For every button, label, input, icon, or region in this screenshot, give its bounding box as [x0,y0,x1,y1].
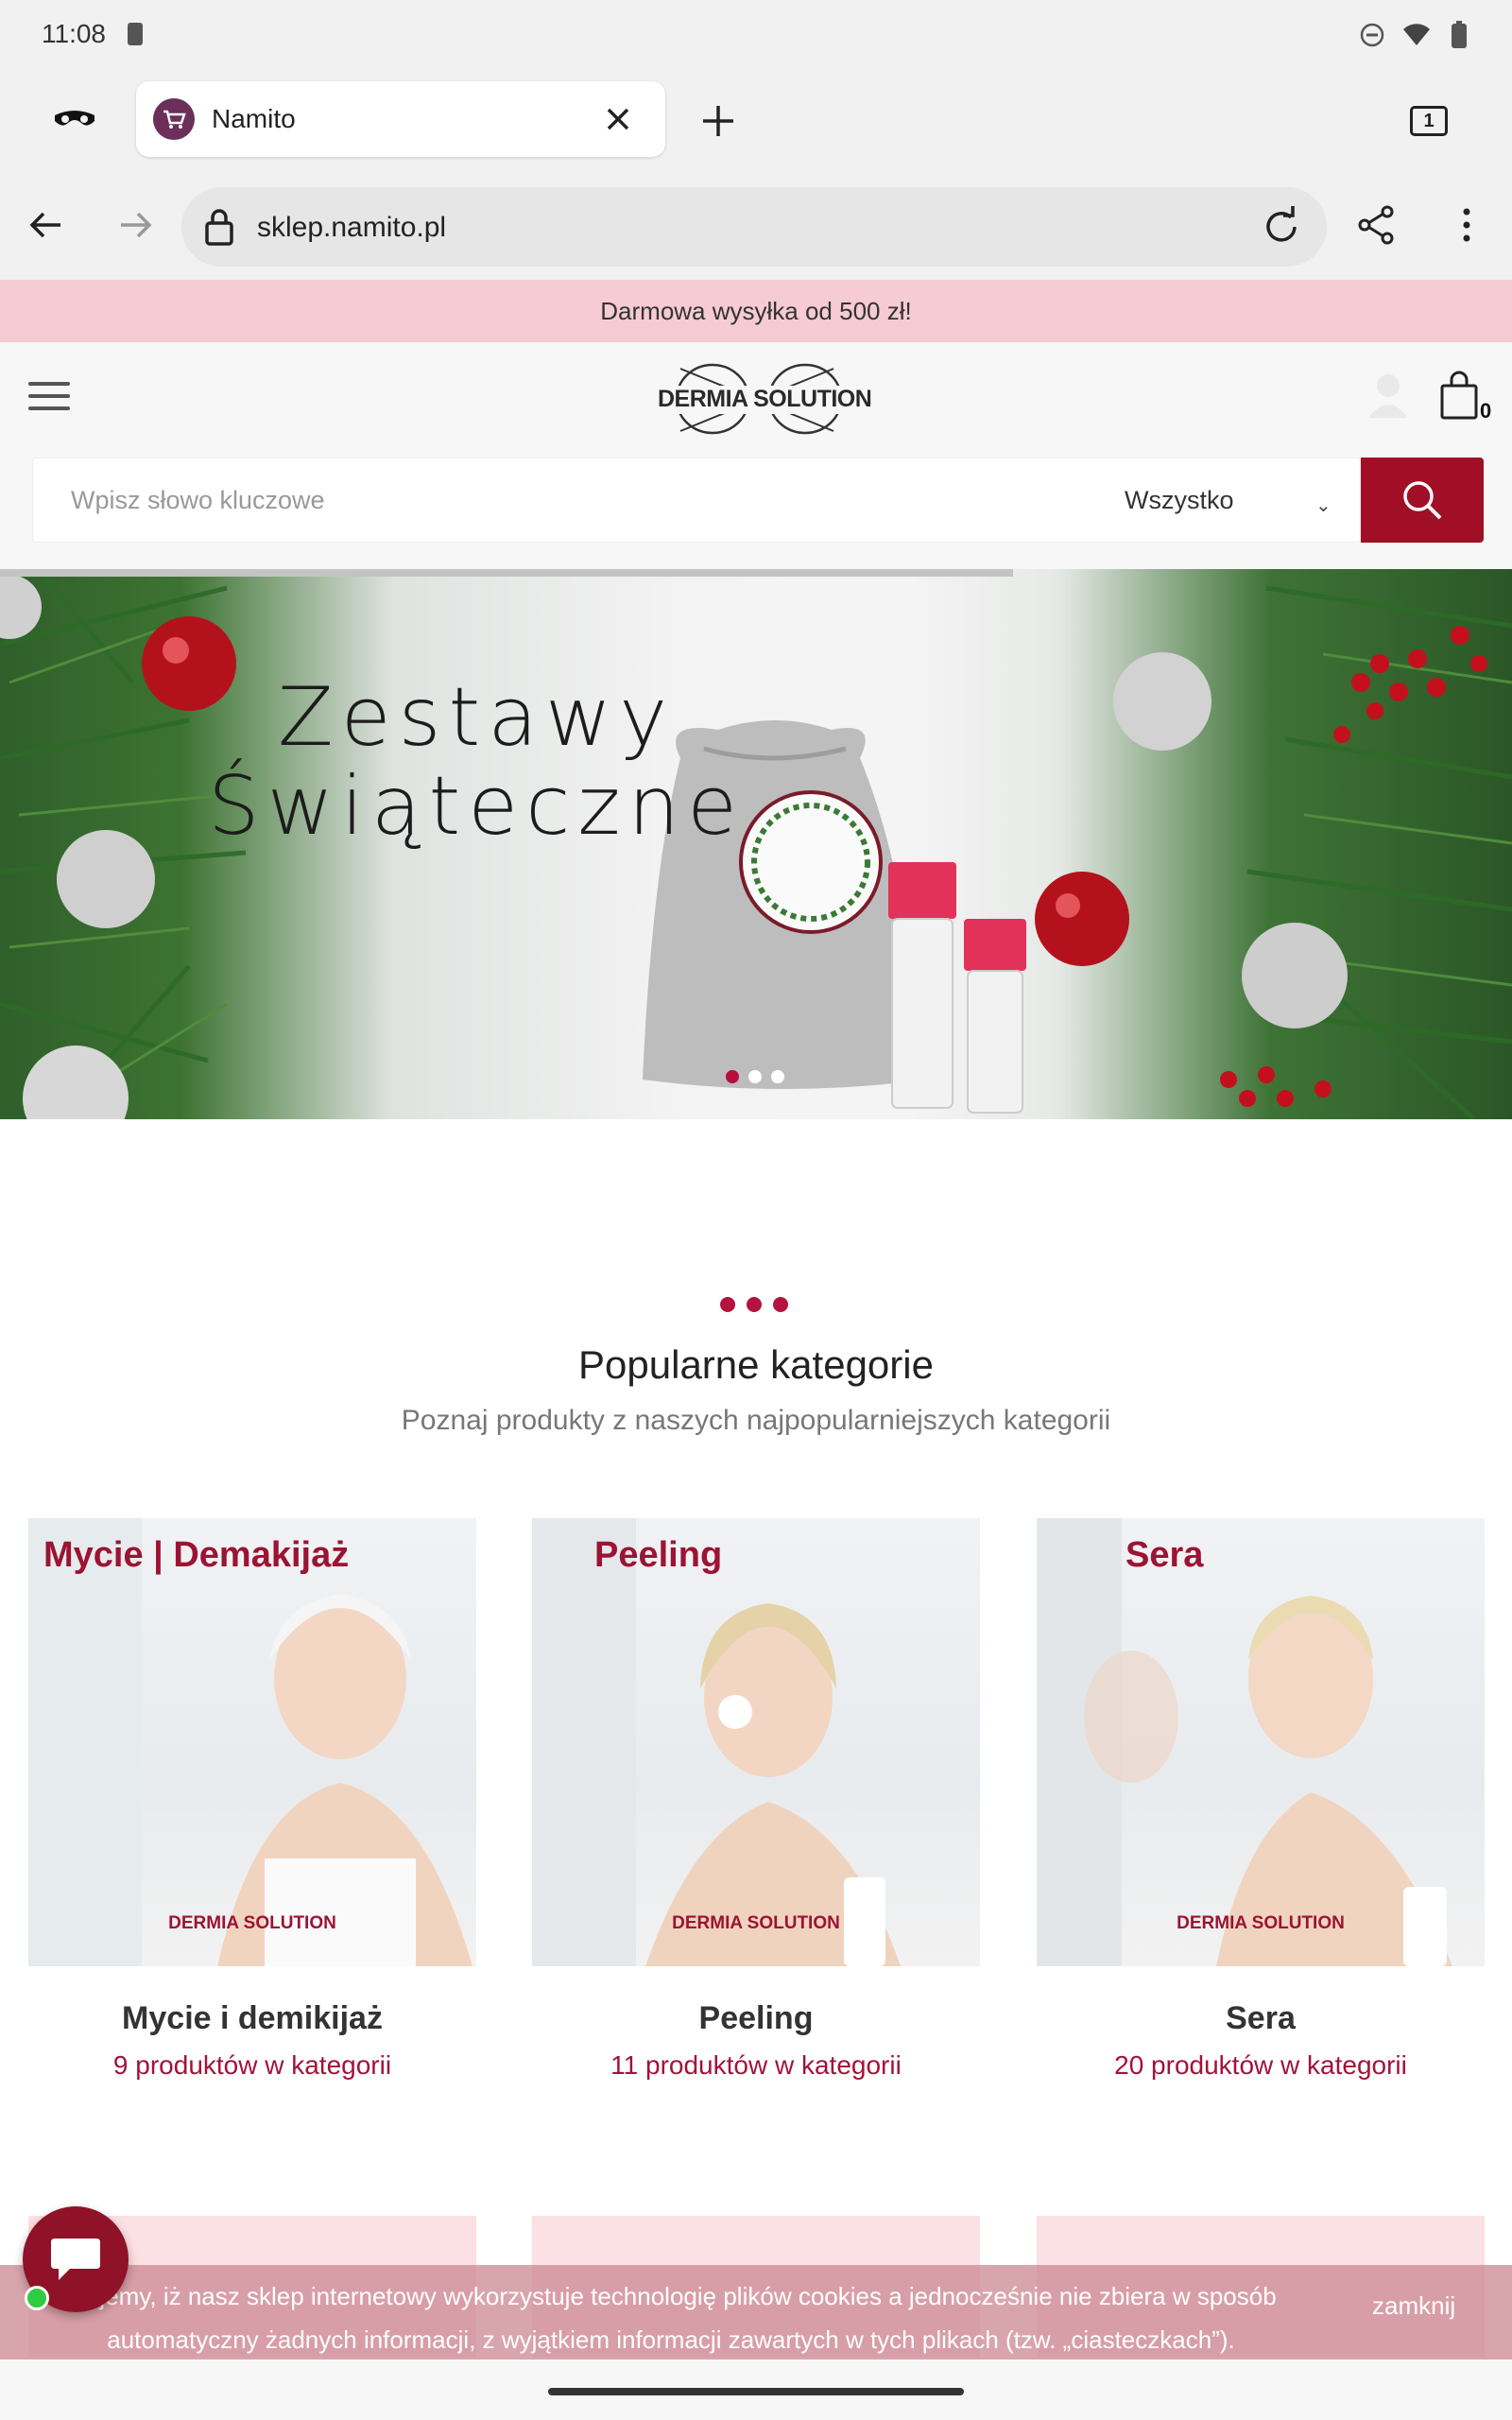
hero-carousel[interactable]: Zestawy Świąteczne [0,569,1512,1119]
hero-title-line1: Zestawy [277,670,676,765]
wifi-icon [1403,24,1430,45]
user-account-icon[interactable] [1366,371,1410,420]
status-bar: 11:08 [0,0,1512,68]
category-image[interactable]: Mycie | Demakijaż DERMIA SOLUTION [28,1518,476,1966]
carousel-progress-bar [0,569,1013,577]
category-label: Peeling [594,1535,723,1575]
promo-text: Darmowa wysyłka od 500 zł! [600,297,912,325]
cookie-text: ...ujemy, iż nasz sklep internetowy wyko… [65,2282,1277,2354]
search-icon [1403,481,1442,520]
category-product-count: 20 produktów w kategorii [1114,2050,1407,2080]
promo-banner: Darmowa wysyłka od 500 zł! [0,280,1512,342]
category-card[interactable]: Mycie | Demakijaż DERMIA SOLUTION Mycie … [28,1518,476,2081]
cart-count-badge: 0 [1480,399,1492,423]
gesture-bar[interactable] [548,2388,964,2395]
site-logo[interactable]: DERMIA SOLUTION [654,359,872,441]
search-button[interactable] [1361,458,1484,543]
category-image[interactable]: Peeling DERMIA SOLUTION [532,1518,980,1966]
category-name[interactable]: Peeling [532,2000,980,2037]
battery-icon [1452,21,1467,48]
new-tab-icon[interactable] [696,98,741,144]
notification-icon [128,23,143,45]
shopping-bag-icon[interactable] [1438,371,1482,422]
section-decoration-dots [720,1297,788,1312]
category-label: Mycie | Demakijaż [43,1535,350,1575]
model-photo [28,1518,472,1966]
category-card[interactable]: Sera DERMIA SOLUTION Sera 20 produktów w… [1037,1518,1485,2081]
forward-arrow-icon[interactable] [113,202,159,248]
brand-watermark: DERMIA SOLUTION [672,1913,840,1933]
online-indicator [25,2286,49,2310]
status-time: 11:08 [42,19,106,48]
category-name[interactable]: Sera [1037,2000,1485,2037]
hero-title-line2: Świąteczne [208,759,745,854]
incognito-icon[interactable] [53,100,96,138]
lock-icon[interactable] [202,206,236,248]
url-text[interactable]: sklep.namito.pl [257,212,446,244]
reload-icon[interactable] [1259,204,1304,250]
brand-watermark: DERMIA SOLUTION [1177,1913,1345,1933]
close-tab-icon[interactable] [599,100,637,138]
section-subtitle: Poznaj produkty z naszych najpopularniej… [401,1405,1111,1436]
category-name[interactable]: Mycie i demikijaż [28,2000,476,2037]
dnd-icon [1360,23,1384,47]
cookie-banner: ...ujemy, iż nasz sklep internetowy wyko… [0,2265,1512,2360]
share-icon[interactable] [1353,202,1399,248]
model-photo [1037,1518,1452,1966]
tab-switcher-button[interactable]: 1 [1410,106,1448,136]
browser-tab[interactable]: Namito [136,81,665,157]
model-photo [532,1518,901,1966]
category-card[interactable]: Peeling DERMIA SOLUTION Peeling 11 produ… [532,1518,980,2081]
category-product-count: 9 produktów w kategorii [112,2050,392,2080]
carousel-dot[interactable] [748,1070,762,1083]
category-select-value: Wszystko [1125,486,1234,514]
hamburger-menu-icon[interactable] [28,382,70,414]
tab-title: Namito [212,104,296,133]
category-product-count: 11 produktów w kategorii [610,2050,902,2080]
back-arrow-icon[interactable] [23,202,68,248]
more-menu-icon[interactable] [1444,202,1489,248]
hero-title: Zestawy Świąteczne [208,673,745,851]
cookie-close-link[interactable]: zamknij [1372,2291,1455,2321]
carousel-dot[interactable] [726,1070,739,1083]
namito-favicon-icon [153,98,195,140]
chevron-down-icon: ⌄ [1315,495,1332,516]
carousel-dot[interactable] [771,1070,784,1083]
category-label: Sera [1125,1535,1204,1575]
search-bar: Wszystko ⌄ [0,458,1512,569]
category-select[interactable]: Wszystko ⌄ [1096,476,1332,524]
tab-strip: Namito 1 [0,68,1512,174]
chat-bubble-icon [51,2238,100,2280]
brand-watermark: DERMIA SOLUTION [168,1913,336,1933]
status-icons [1359,21,1470,49]
browser-toolbar: sklep.namito.pl [0,174,1512,280]
section-title: Popularne kategorie [578,1342,934,1387]
address-bar[interactable]: sklep.namito.pl [181,187,1327,267]
carousel-dots [726,1070,784,1083]
site-header: DERMIA SOLUTION 0 [0,342,1512,458]
logo-text: DERMIA SOLUTION [658,386,872,412]
category-image[interactable]: Sera DERMIA SOLUTION [1037,1518,1485,1966]
